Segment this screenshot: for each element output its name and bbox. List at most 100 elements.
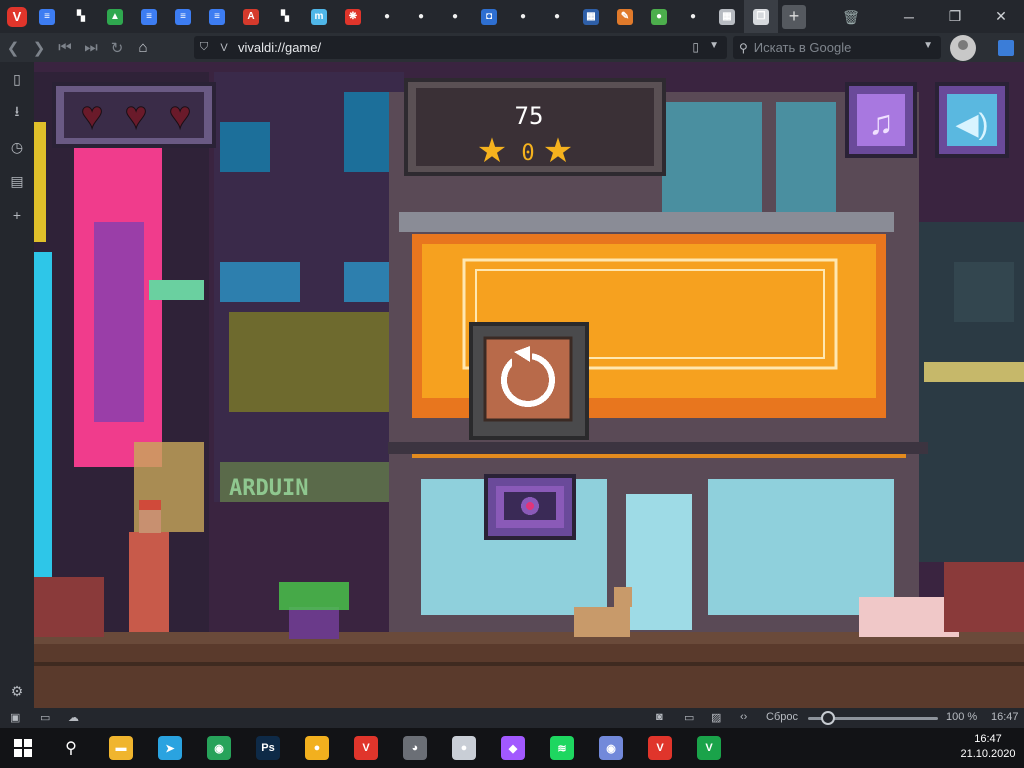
github-icon: ● xyxy=(383,11,391,22)
stars-count: 0 xyxy=(521,141,534,166)
music-button[interactable]: ♫ xyxy=(845,82,917,158)
search-field[interactable]: ⚲ Искать в Google ▼ xyxy=(733,36,941,59)
tab[interactable]: ▚ xyxy=(64,0,98,33)
tab[interactable]: m xyxy=(302,0,336,33)
tab[interactable]: ● xyxy=(438,0,472,33)
trash-icon[interactable]: 🗑 xyxy=(841,7,861,27)
github-icon: ● xyxy=(689,11,697,22)
status-clock: 16:47 xyxy=(991,711,1019,723)
taskbar-app[interactable]: V xyxy=(343,728,389,768)
taskbar-app[interactable]: ◉ xyxy=(196,728,242,768)
address-field[interactable]: ⛉ V vivaldi://game/ ▯ ▼ xyxy=(194,36,727,59)
heart-icon: ♥ xyxy=(169,95,192,137)
tab[interactable]: ❋ xyxy=(336,0,370,33)
ground xyxy=(34,644,1024,708)
tab-tiling-icon[interactable]: ▭ xyxy=(40,711,50,724)
new-tab-button[interactable]: + xyxy=(782,4,806,29)
address-bar-row: ❮ ❯ ⏮ ⏭ ↻ ⌂ ⛉ V vivaldi://game/ ▯ ▼ ⚲ Ис… xyxy=(0,33,1024,62)
download-icon[interactable]: ⭳ xyxy=(0,96,34,130)
taskbar-app[interactable]: Ps xyxy=(245,728,291,768)
reload-button[interactable]: ↻ xyxy=(104,33,130,62)
forward-button[interactable]: ❯ xyxy=(26,33,52,62)
restore-button[interactable]: ❐ xyxy=(932,0,978,33)
tab[interactable]: ● xyxy=(676,0,710,33)
extension-icon[interactable] xyxy=(998,40,1014,56)
rewind-button[interactable]: ⏮ xyxy=(52,33,78,62)
tab[interactable]: ◘ xyxy=(472,0,506,33)
tab[interactable]: ▲ xyxy=(98,0,132,33)
notes-icon[interactable]: ▤ xyxy=(0,164,34,198)
side-panel: ▯ ⭳ ◷ ▤ + ⚙ xyxy=(0,62,34,708)
taskbar-app[interactable]: V xyxy=(637,728,683,768)
code-icon[interactable]: ‹› xyxy=(740,711,747,723)
github-icon: ● xyxy=(519,11,527,22)
image-icon[interactable]: ▨ xyxy=(711,711,721,724)
bookmark-icon[interactable]: ▯ xyxy=(692,40,699,54)
tab[interactable]: ● xyxy=(540,0,574,33)
reset-zoom-button[interactable]: Сброс xyxy=(766,711,798,723)
tab[interactable]: ❐ xyxy=(744,0,778,33)
settings-icon[interactable]: ⚙ xyxy=(0,674,34,708)
tab[interactable]: A xyxy=(234,0,268,33)
restart-button[interactable] xyxy=(469,322,589,440)
taskbar-app[interactable]: ● xyxy=(294,728,340,768)
window-controls: ─ ❐ ✕ xyxy=(886,0,1024,33)
tab[interactable]: ▦ xyxy=(574,0,608,33)
tab[interactable]: ▦ xyxy=(710,0,744,33)
taskbar-app[interactable]: ◆ xyxy=(490,728,536,768)
search-button[interactable]: ⚲ xyxy=(48,728,94,768)
github-icon: ● xyxy=(417,11,425,22)
camera-capture-icon[interactable]: ◙ xyxy=(656,711,663,723)
panel-toggle-icon[interactable]: ▣ xyxy=(10,711,20,724)
chevron-down-icon[interactable]: ▼ xyxy=(923,40,933,51)
apps-grid-icon: ▦ xyxy=(719,8,735,25)
tab[interactable]: ● xyxy=(506,0,540,33)
taskbar-app[interactable]: ≋ xyxy=(539,728,585,768)
system-clock[interactable]: 16:47 21.10.2020 xyxy=(958,732,1018,762)
taskbar-app[interactable]: ◕ xyxy=(392,728,438,768)
zoom-slider-knob[interactable] xyxy=(820,711,835,725)
url-text[interactable]: vivaldi://game/ xyxy=(238,40,321,55)
camera-button[interactable] xyxy=(484,474,576,540)
bookmark-icon[interactable]: ▯ xyxy=(0,62,34,96)
tab[interactable]: ≡ xyxy=(200,0,234,33)
start-button[interactable] xyxy=(0,728,46,768)
game-canvas[interactable]: ARDUIN ♥ ♥ ♥ 75 ★ 0 ★ ♫ ◀) xyxy=(34,62,1024,708)
tab[interactable]: ● xyxy=(642,0,676,33)
fast-forward-button[interactable]: ⏭ xyxy=(78,33,104,62)
sound-button[interactable]: ◀) xyxy=(935,82,1009,158)
taskbar-app[interactable]: V xyxy=(686,728,732,768)
cloud-icon[interactable]: ☁ xyxy=(68,711,79,724)
github-icon: ● xyxy=(553,11,561,22)
taskbar-app[interactable]: ◉ xyxy=(588,728,634,768)
mega-icon: m xyxy=(311,8,327,25)
shield-icon[interactable]: ⛉ xyxy=(194,36,214,59)
photoshop-icon: Ps xyxy=(256,736,280,760)
close-button[interactable]: ✕ xyxy=(978,0,1024,33)
window-icon[interactable]: ▭ xyxy=(684,711,694,724)
paw-icon: ❋ xyxy=(345,8,361,25)
home-button[interactable]: ⌂ xyxy=(130,33,156,62)
tab[interactable]: ✎ xyxy=(608,0,642,33)
taskbar-app[interactable]: ➤ xyxy=(147,728,193,768)
chrome-canary-icon: ● xyxy=(305,736,329,760)
tab[interactable]: ▚ xyxy=(268,0,302,33)
search-icon: ⚲ xyxy=(739,40,748,55)
tab[interactable]: ● xyxy=(370,0,404,33)
back-button[interactable]: ❮ xyxy=(0,33,26,62)
add-panel-icon[interactable]: + xyxy=(0,198,34,232)
taskbar-app[interactable]: ● xyxy=(441,728,487,768)
search-placeholder[interactable]: Искать в Google xyxy=(754,40,852,55)
raccoon-icon: ◕ xyxy=(403,736,427,760)
tab[interactable]: ≡ xyxy=(30,0,64,33)
tab[interactable]: ≡ xyxy=(132,0,166,33)
vivaldi-menu-button[interactable]: V xyxy=(7,6,27,27)
avatar[interactable] xyxy=(950,35,976,61)
tab[interactable]: ● xyxy=(404,0,438,33)
chevron-down-icon[interactable]: ▼ xyxy=(709,40,719,51)
moon-icon: ● xyxy=(452,736,476,760)
tab[interactable]: ≡ xyxy=(166,0,200,33)
minimize-button[interactable]: ─ xyxy=(886,0,932,33)
history-icon[interactable]: ◷ xyxy=(0,130,34,164)
taskbar-app[interactable]: ▬ xyxy=(98,728,144,768)
